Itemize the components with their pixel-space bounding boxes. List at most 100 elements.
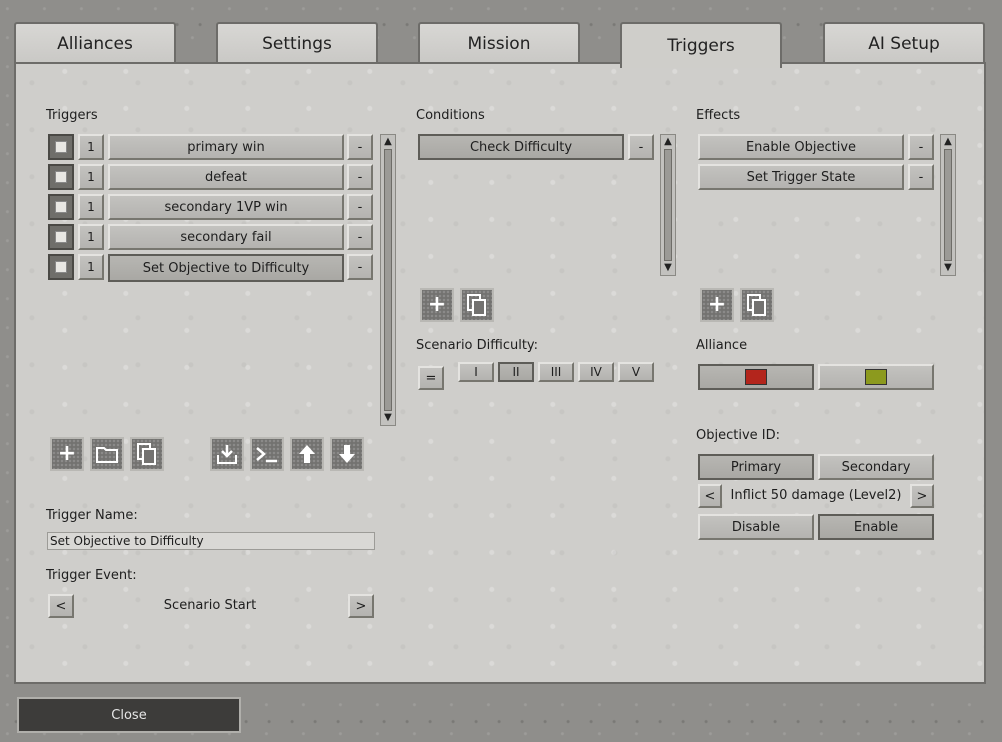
scroll-down-arrow-icon[interactable]: ▼ (941, 261, 955, 275)
enable-button[interactable]: Enable (818, 514, 934, 540)
trigger-item-secondary-fail[interactable]: secondary fail (108, 224, 344, 250)
scroll-up-arrow-icon[interactable]: ▲ (661, 135, 675, 149)
trigger-count: 1 (78, 254, 104, 280)
trigger-event-next-button[interactable]: > (348, 594, 374, 618)
difficulty-level-5[interactable]: V (618, 362, 654, 382)
objective-id-label: Objective ID: (696, 428, 780, 443)
tab-label: Alliances (57, 34, 133, 54)
plus-icon: + (427, 292, 447, 317)
remove-effect-button[interactable]: - (908, 164, 934, 190)
tab-ai-setup[interactable]: AI Setup (823, 22, 985, 64)
tab-label: Triggers (667, 36, 735, 56)
conditions-scrollbar[interactable]: ▲ ▼ (660, 134, 676, 276)
condition-item-check-difficulty[interactable]: Check Difficulty (418, 134, 624, 160)
trigger-count: 1 (78, 134, 104, 160)
remove-trigger-button[interactable]: - (347, 224, 373, 250)
add-effect-button[interactable]: + (700, 288, 734, 322)
trigger-checkbox[interactable] (48, 134, 74, 160)
objective-secondary-button[interactable]: Secondary (818, 454, 934, 480)
script-button[interactable] (250, 437, 284, 471)
remove-trigger-button[interactable]: - (347, 134, 373, 160)
copy-icon (747, 294, 766, 316)
remove-condition-button[interactable]: - (628, 134, 654, 160)
remove-effect-button[interactable]: - (908, 134, 934, 160)
difficulty-level-4[interactable]: IV (578, 362, 614, 382)
remove-trigger-button[interactable]: - (347, 194, 373, 220)
effect-item-set-trigger-state[interactable]: Set Trigger State (698, 164, 904, 190)
trigger-count: 1 (78, 224, 104, 250)
trigger-event-label: Trigger Event: (46, 568, 137, 583)
tab-label: Mission (467, 34, 531, 54)
arrow-down-icon (339, 445, 355, 463)
tab-mission[interactable]: Mission (418, 22, 580, 64)
import-button[interactable] (210, 437, 244, 471)
folder-button[interactable] (90, 437, 124, 471)
add-condition-button[interactable]: + (420, 288, 454, 322)
trigger-checkbox[interactable] (48, 254, 74, 280)
copy-trigger-button[interactable] (130, 437, 164, 471)
tab-label: Settings (262, 34, 332, 54)
objective-primary-button[interactable]: Primary (698, 454, 814, 480)
trigger-checkbox[interactable] (48, 194, 74, 220)
triggers-heading: Triggers (46, 108, 98, 123)
tab-label: AI Setup (868, 34, 940, 54)
alliance-color-swatch (745, 369, 767, 385)
terminal-icon (256, 447, 277, 463)
scroll-up-arrow-icon[interactable]: ▲ (381, 135, 395, 149)
alliance-green-button[interactable] (818, 364, 934, 390)
difficulty-level-2[interactable]: II (498, 362, 534, 382)
move-down-button[interactable] (330, 437, 364, 471)
effects-heading: Effects (696, 108, 741, 123)
scenario-difficulty-label: Scenario Difficulty: (416, 338, 539, 353)
alliance-label: Alliance (696, 338, 748, 353)
tab-triggers[interactable]: Triggers (620, 22, 782, 68)
objective-next-button[interactable]: > (910, 484, 934, 508)
trigger-name-label: Trigger Name: (46, 508, 138, 523)
trigger-checkbox[interactable] (48, 224, 74, 250)
copy-icon (137, 443, 156, 465)
scroll-thumb[interactable] (944, 149, 952, 261)
objective-prev-button[interactable]: < (698, 484, 722, 508)
trigger-item-set-objective[interactable]: Set Objective to Difficulty (108, 254, 344, 282)
trigger-count: 1 (78, 164, 104, 190)
scroll-down-arrow-icon[interactable]: ▼ (381, 411, 395, 425)
alliance-red-button[interactable] (698, 364, 814, 390)
trigger-name-input[interactable]: Set Objective to Difficulty (47, 532, 375, 550)
arrow-up-icon (299, 445, 315, 463)
close-label: Close (111, 707, 147, 723)
copy-effect-button[interactable] (740, 288, 774, 322)
close-button[interactable]: Close (17, 697, 241, 733)
triggers-panel: Triggers 1 primary win - 1 defeat - 1 se… (14, 62, 986, 684)
disable-button[interactable]: Disable (698, 514, 814, 540)
difficulty-level-1[interactable]: I (458, 362, 494, 382)
objective-value: Inflict 50 damage (Level2) (730, 488, 902, 503)
trigger-item-primary-win[interactable]: primary win (108, 134, 344, 160)
trigger-event-prev-button[interactable]: < (48, 594, 74, 618)
scroll-down-arrow-icon[interactable]: ▼ (661, 261, 675, 275)
trigger-item-defeat[interactable]: defeat (108, 164, 344, 190)
trigger-checkbox[interactable] (48, 164, 74, 190)
add-trigger-button[interactable]: + (50, 437, 84, 471)
effect-item-enable-objective[interactable]: Enable Objective (698, 134, 904, 160)
effects-scrollbar[interactable]: ▲ ▼ (940, 134, 956, 276)
tab-alliances[interactable]: Alliances (14, 22, 176, 64)
scroll-thumb[interactable] (384, 149, 392, 411)
triggers-scrollbar[interactable]: ▲ ▼ (380, 134, 396, 426)
trigger-item-secondary-1vp-win[interactable]: secondary 1VP win (108, 194, 344, 220)
tab-settings[interactable]: Settings (216, 22, 378, 64)
scroll-up-arrow-icon[interactable]: ▲ (941, 135, 955, 149)
download-icon (217, 445, 237, 464)
copy-icon (467, 294, 486, 316)
remove-trigger-button[interactable]: - (347, 164, 373, 190)
trigger-count: 1 (78, 194, 104, 220)
move-up-button[interactable] (290, 437, 324, 471)
trigger-event-value: Scenario Start (163, 598, 257, 613)
plus-icon: + (57, 441, 77, 466)
copy-condition-button[interactable] (460, 288, 494, 322)
remove-trigger-button[interactable]: - (347, 254, 373, 280)
alliance-color-swatch (865, 369, 887, 385)
scroll-thumb[interactable] (664, 149, 672, 261)
conditions-heading: Conditions (416, 108, 485, 123)
difficulty-level-3[interactable]: III (538, 362, 574, 382)
difficulty-operator-button[interactable]: = (418, 366, 444, 390)
